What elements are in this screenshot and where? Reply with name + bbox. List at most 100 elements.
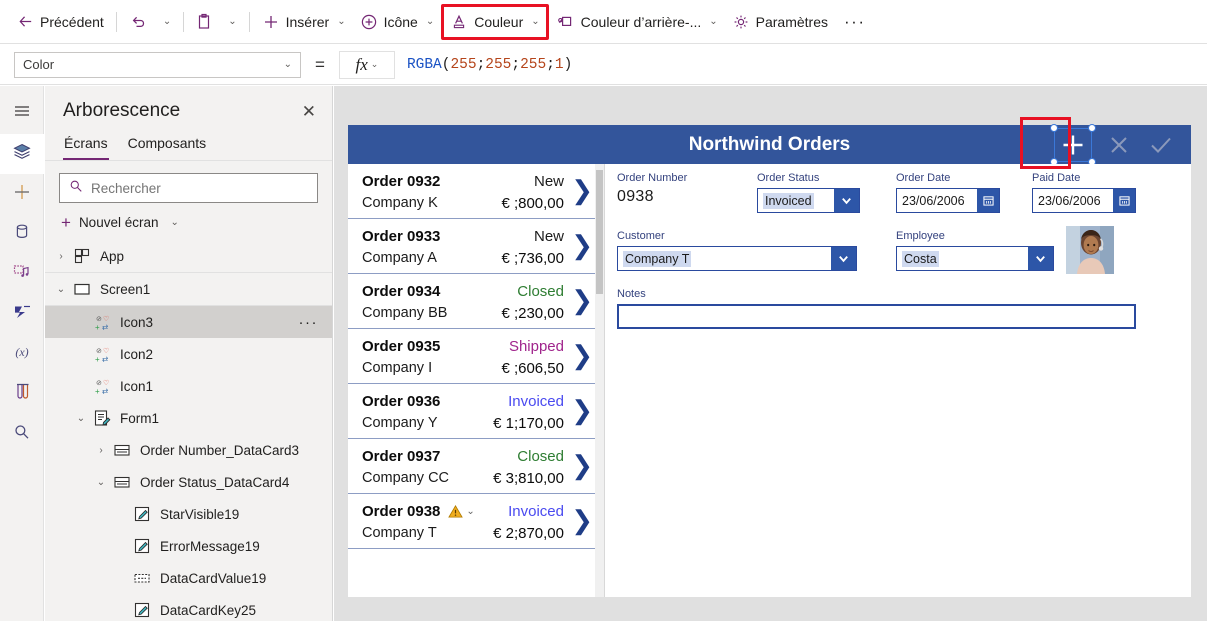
gallery-row[interactable]: Order 0938 ⌄ Invoiced Company T € 2;870,00 ❯ xyxy=(348,494,604,549)
tab-crans[interactable]: Écrans xyxy=(63,130,109,160)
new-screen-button[interactable]: + Nouvel écran ⌄ xyxy=(45,211,332,240)
employee-dropdown[interactable]: Costa xyxy=(896,246,1054,271)
gallery-row[interactable]: Order 0937 Closed Company CC € 3;810,00 ❯ xyxy=(348,439,604,494)
settings-button[interactable]: Paramètres xyxy=(725,6,835,38)
tree-node[interactable]: DataCardValue19 xyxy=(45,562,332,594)
chevron-right-icon[interactable]: ❯ xyxy=(571,452,593,478)
chevron-right-icon[interactable]: ❯ xyxy=(571,232,593,258)
close-icon[interactable]: ✕ xyxy=(302,103,316,120)
tree-node[interactable]: › App xyxy=(45,240,332,272)
rail-search-icon[interactable] xyxy=(0,414,44,454)
rail-hamburger-menu-icon[interactable] xyxy=(0,94,44,134)
calendar-icon[interactable] xyxy=(977,189,999,212)
tree-node[interactable]: › Order Number_DataCard3 xyxy=(45,434,332,466)
overflow-menu-button[interactable]: ··· xyxy=(835,12,874,32)
formula-input[interactable]: RGBA(255; 255; 255; 1) xyxy=(395,51,1207,79)
tree-node-label: ErrorMessage19 xyxy=(160,538,260,554)
icon-button[interactable]: Icône ⌄ xyxy=(353,6,442,38)
tree-node-more-icon[interactable]: ··· xyxy=(299,314,319,331)
confirm-check-icon[interactable] xyxy=(1143,130,1179,160)
back-button[interactable]: Précédent xyxy=(10,6,111,38)
divider xyxy=(248,11,250,32)
order-number-label: Order Number xyxy=(617,172,688,184)
search-box[interactable] xyxy=(59,173,318,203)
tree-node-selected[interactable]: ⊘ ♡ + ⇄ Icon3 ··· xyxy=(45,306,332,338)
undo-dropdown[interactable]: ⌄ xyxy=(154,6,178,38)
chevron-down-icon[interactable]: ⌄ xyxy=(91,477,111,488)
orders-gallery[interactable]: Order 0932 New Company K € ;800,00 ❯ Order 09… xyxy=(348,164,605,597)
undo-button[interactable] xyxy=(122,6,154,38)
formula-token: ; xyxy=(476,56,486,73)
background-color-button[interactable]: Couleur d’arrière-... ⌄ xyxy=(549,6,725,38)
tab-composants[interactable]: Composants xyxy=(127,130,208,160)
gallery-row[interactable]: Order 0936 Invoiced Company Y € 1;170,00 ❯ xyxy=(348,384,604,439)
chevron-right-icon[interactable]: › xyxy=(51,251,71,262)
tree-node[interactable]: ⌄ Screen1 xyxy=(45,273,332,305)
power-automate-flows-icon xyxy=(11,301,33,328)
icon-control-icon: ⊘ ♡ + ⇄ xyxy=(91,313,113,331)
notes-input[interactable] xyxy=(617,304,1136,329)
insert-label: Insérer xyxy=(285,13,330,30)
chevron-down-icon[interactable] xyxy=(834,189,859,212)
tree-node[interactable]: DataCardKey25 xyxy=(45,594,332,621)
formula-token: ; xyxy=(546,56,555,73)
order-date-picker[interactable]: 23/06/2006 xyxy=(896,188,1000,213)
rail-insert-plus-icon[interactable] xyxy=(0,174,44,214)
chevron-right-icon[interactable]: ❯ xyxy=(571,507,593,533)
order-status-dropdown[interactable]: Invoiced xyxy=(757,188,860,213)
chevron-down-icon[interactable]: ⌄ xyxy=(71,413,91,424)
add-new-icon-wrapper[interactable] xyxy=(1050,123,1096,166)
tree-node[interactable]: ⊘ ♡ + ⇄ Icon1 xyxy=(45,370,332,402)
customer-dropdown[interactable]: Company T xyxy=(617,246,857,271)
rail-variables-x-icon[interactable]: (x) xyxy=(0,334,44,374)
gallery-row[interactable]: Order 0933 New Company A € ;736,00 ❯ xyxy=(348,219,604,274)
chevron-right-icon[interactable]: ❯ xyxy=(571,397,593,423)
fx-button[interactable]: fx ⌄ xyxy=(338,50,395,79)
resize-handle-tr[interactable] xyxy=(1088,123,1096,132)
gallery-row[interactable]: Order 0935 Shipped Company I € ;606,50 ❯ xyxy=(348,329,604,384)
rail-data-cylinder-icon[interactable] xyxy=(0,214,44,254)
chevron-down-icon: ⌄ xyxy=(162,16,172,27)
tree-node[interactable]: StarVisible19 xyxy=(45,498,332,530)
tree-node[interactable]: ⌄ Order Status_DataCard4 xyxy=(45,466,332,498)
chevron-right-icon[interactable]: ❯ xyxy=(571,287,593,313)
svg-text:+: + xyxy=(95,355,100,363)
gallery-scroll-thumb[interactable] xyxy=(596,170,603,294)
paid-date-label: Paid Date xyxy=(1032,172,1081,184)
order-id: Order 0938 xyxy=(362,502,441,520)
rail-test-tubes-icon[interactable] xyxy=(0,374,44,414)
resize-handle-tl[interactable] xyxy=(1050,123,1058,132)
gallery-row[interactable]: Order 0934 Closed Company BB € ;230,00 ❯ xyxy=(348,274,604,329)
property-selector[interactable]: Color ⌄ xyxy=(14,51,301,78)
chevron-right-icon[interactable]: ❯ xyxy=(571,342,593,368)
chevron-down-icon[interactable]: ⌄ xyxy=(466,506,474,517)
chevron-down-icon[interactable] xyxy=(831,247,856,270)
warning-triangle-icon[interactable]: ⌄ xyxy=(448,504,475,519)
chevron-down-icon[interactable] xyxy=(1028,247,1053,270)
paid-date-picker[interactable]: 23/06/2006 xyxy=(1032,188,1136,213)
gallery-row[interactable]: Order 0932 New Company K € ;800,00 ❯ xyxy=(348,164,604,219)
tree-node[interactable]: ⌄ Form1 xyxy=(45,402,332,434)
rail-tree-view-layers-icon[interactable] xyxy=(0,134,44,174)
chevron-right-icon[interactable]: › xyxy=(91,445,111,456)
chevron-down-icon[interactable]: ⌄ xyxy=(51,284,71,295)
paste-dropdown[interactable]: ⌄ xyxy=(219,6,243,38)
search-input[interactable] xyxy=(91,180,308,196)
rail-media-icon[interactable] xyxy=(0,254,44,294)
order-amount: € ;800,00 xyxy=(501,194,564,212)
fill-color-icon xyxy=(556,13,575,31)
chevron-right-icon[interactable]: ❯ xyxy=(571,177,593,203)
calendar-icon[interactable] xyxy=(1113,189,1135,212)
color-button[interactable]: Couleur ⌄ xyxy=(441,3,549,40)
order-amount: € 1;170,00 xyxy=(493,414,564,432)
rail-power-automate-flows-icon[interactable] xyxy=(0,294,44,334)
dropdown-control-icon xyxy=(131,569,153,587)
paste-button[interactable] xyxy=(189,6,219,38)
insert-button[interactable]: Insérer ⌄ xyxy=(255,6,353,38)
gallery-scrollbar[interactable] xyxy=(595,164,604,597)
tree-node[interactable]: ⊘ ♡ + ⇄ Icon2 xyxy=(45,338,332,370)
font-color-icon xyxy=(450,13,468,31)
divider xyxy=(115,11,117,32)
cancel-x-icon[interactable] xyxy=(1101,130,1137,160)
tree-node[interactable]: ErrorMessage19 xyxy=(45,530,332,562)
